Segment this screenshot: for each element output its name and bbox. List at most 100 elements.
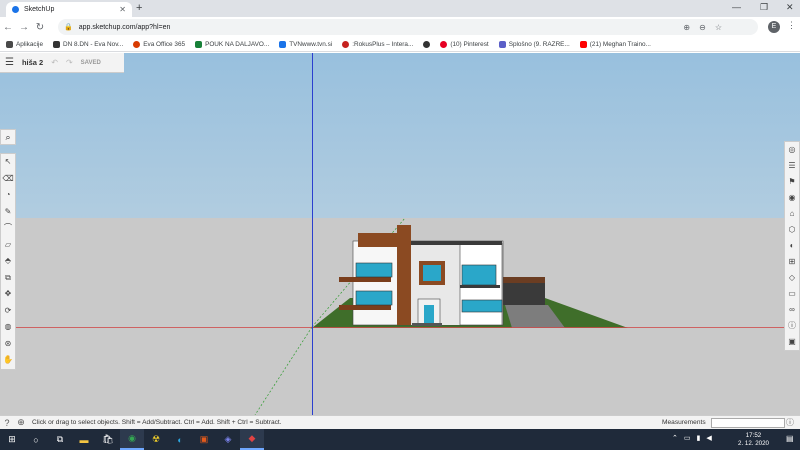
window (355, 290, 393, 306)
close-tab-icon[interactable]: ✕ (119, 5, 126, 14)
balcony-lower (339, 305, 391, 310)
network-icon[interactable]: ▭ (684, 434, 691, 442)
bookmark-item[interactable]: Eva Office 365 (133, 40, 185, 48)
window (461, 299, 503, 313)
bookmark-item[interactable]: Aplikacije (6, 40, 43, 48)
back-icon[interactable]: ← (0, 22, 16, 33)
search-tool-icon[interactable]: ⌕ (0, 129, 16, 145)
entity-info-icon[interactable]: ◎ (785, 142, 799, 158)
pan-tool-icon[interactable]: ✋ (1, 352, 15, 369)
outliner-icon[interactable]: ⊞ (785, 254, 799, 270)
store-icon[interactable]: 🛍 (96, 429, 120, 450)
maximize-window-button[interactable]: ❐ (760, 2, 768, 13)
clock[interactable]: 17:52 2. 12. 2020 (738, 432, 769, 448)
redo-icon[interactable]: ↷ (66, 58, 73, 67)
scenes-icon[interactable]: ◐ (785, 238, 799, 254)
arc-tool-icon[interactable]: ⌒ (1, 220, 15, 237)
undo-icon[interactable]: ↶ (51, 58, 58, 67)
bookmark-item[interactable]: (10) Pinterest (440, 40, 489, 48)
file-explorer-icon[interactable]: ▬ (72, 429, 96, 450)
browser-toolbar: ← → ↻ 🔒 app.sketchup.com/app?hl=en ⊕ ⊖ ☆ (0, 17, 800, 37)
green-axis-dotted-line (254, 326, 313, 415)
display-icon[interactable]: ▭ (785, 286, 799, 302)
move-tool-icon[interactable]: ✥ (1, 286, 15, 303)
address-bar[interactable]: 🔒 app.sketchup.com/app?hl=en ⊕ ⊖ ☆ (58, 19, 758, 35)
balcony-upper (339, 277, 391, 282)
layers-icon[interactable]: ⬡ (785, 222, 799, 238)
globe-icon[interactable]: ⊕ (14, 417, 28, 428)
sketchup-viewport[interactable]: ☰ hiša 2 ↶ ↷ SAVED ⌕ ↖ ⌫ ◔ ✎ ⌒ ▱ ⬘ ⧉ ✥ ⟳… (0, 53, 800, 415)
url-text: app.sketchup.com/app?hl=en (78, 23, 171, 31)
bookmark-item[interactable]: TVNwww.tvn.si (279, 40, 332, 48)
bookmark-item[interactable]: (21) Meghan Traino... (579, 40, 651, 48)
notifications-icon[interactable]: ▤ (786, 434, 794, 443)
teams-icon[interactable]: ◈ (216, 429, 240, 450)
tab-title: SketchUp (24, 6, 55, 13)
offset-tool-icon[interactable]: ⧉ (1, 270, 15, 287)
install-app-icon[interactable]: ⊕ (683, 23, 690, 32)
info-circle-icon[interactable]: ⓘ (786, 417, 794, 428)
tag-icon[interactable]: ◇ (785, 270, 799, 286)
bookmark-item[interactable]: Splošno (9. RAZRE... (498, 40, 570, 48)
apps-grid-icon (6, 40, 13, 48)
select-tool-icon[interactable]: ↖ (1, 154, 15, 171)
measurements-input[interactable] (711, 418, 785, 428)
chrome-icon[interactable]: ◉ (120, 429, 144, 450)
materials-icon[interactable]: ◉ (785, 190, 799, 206)
components-icon[interactable]: ⚑ (785, 174, 799, 190)
radioactive-icon[interactable]: ☢ (144, 429, 168, 450)
bookmark-item[interactable]: DN 8.DN - Eva Nov... (53, 40, 123, 48)
bookmark-star-icon[interactable]: ☆ (715, 23, 722, 32)
minimize-window-button[interactable]: — (732, 2, 741, 12)
zoom-icon[interactable]: ⊖ (699, 23, 706, 32)
status-bar: ? ⊕ Click or drag to select objects. Shi… (0, 415, 800, 429)
profile-avatar[interactable]: E (768, 21, 780, 33)
eraser-tool-icon[interactable]: ⌫ (1, 171, 15, 188)
styles-icon[interactable]: ⌂ (785, 206, 799, 222)
bookmark-item[interactable] (423, 40, 431, 48)
office-icon[interactable]: ▣ (192, 429, 216, 450)
tape-measure-tool-icon[interactable]: ◍ (1, 319, 15, 336)
chevron-up-icon[interactable]: ⌃ (672, 434, 678, 442)
menu-icon[interactable]: ☰ (5, 57, 14, 68)
wood-column (397, 225, 411, 325)
search-icon[interactable]: ○ (24, 429, 48, 450)
browser-menu-icon[interactable]: ⋮ (787, 20, 796, 31)
clock-date: 2. 12. 2020 (738, 440, 769, 447)
extension-icon[interactable]: ▣ (785, 334, 799, 350)
paint-bucket-tool-icon[interactable]: ◔ (1, 187, 15, 204)
bookmark-favicon-icon (342, 40, 350, 48)
push-pull-tool-icon[interactable]: ⬘ (1, 253, 15, 270)
bookmark-item[interactable]: POUK NA DALJAVO... (195, 40, 269, 48)
clock-time: 17:52 (745, 432, 762, 439)
volume-icon[interactable]: ◀ (706, 434, 711, 442)
sketchup-favicon-icon (12, 6, 19, 13)
pencil-tool-icon[interactable]: ✎ (1, 204, 15, 221)
browser-tab-sketchup[interactable]: SketchUp ✕ (6, 2, 132, 17)
info-icon[interactable]: ⓘ (785, 318, 799, 334)
battery-icon[interactable]: ▮ (697, 434, 701, 442)
status-message: Click or drag to select objects. Shift =… (32, 419, 282, 426)
file-bar: ☰ hiša 2 ↶ ↷ SAVED (0, 53, 124, 73)
close-window-button[interactable]: ✕ (786, 2, 794, 13)
instructor-icon[interactable]: ☰ (785, 158, 799, 174)
rotate-tool-icon[interactable]: ⟳ (1, 303, 15, 320)
help-question-icon[interactable]: ? (0, 418, 14, 428)
glasses-icon[interactable]: ∞ (785, 302, 799, 318)
edge-icon[interactable]: ◐ (168, 429, 192, 450)
entrance-steps (412, 323, 442, 326)
entrance-door (424, 305, 434, 325)
forward-icon[interactable]: → (16, 22, 32, 33)
new-tab-button[interactable]: + (136, 2, 142, 14)
orbit-tool-icon[interactable]: ⊛ (1, 336, 15, 353)
bookmark-item[interactable]: :RokusPlus – Intera... (342, 40, 413, 48)
sketchup-icon[interactable]: ◆ (240, 429, 264, 450)
browser-tab-strip: SketchUp ✕ + — ❐ ✕ (0, 0, 800, 17)
start-icon[interactable]: ⊞ (0, 429, 24, 450)
task-view-icon[interactable]: ⧉ (48, 429, 72, 450)
roof-parapet (400, 241, 502, 245)
red-axis-line (0, 327, 800, 328)
reload-icon[interactable]: ↻ (32, 22, 48, 33)
rectangle-tool-icon[interactable]: ▱ (1, 237, 15, 254)
file-name[interactable]: hiša 2 (22, 58, 43, 67)
